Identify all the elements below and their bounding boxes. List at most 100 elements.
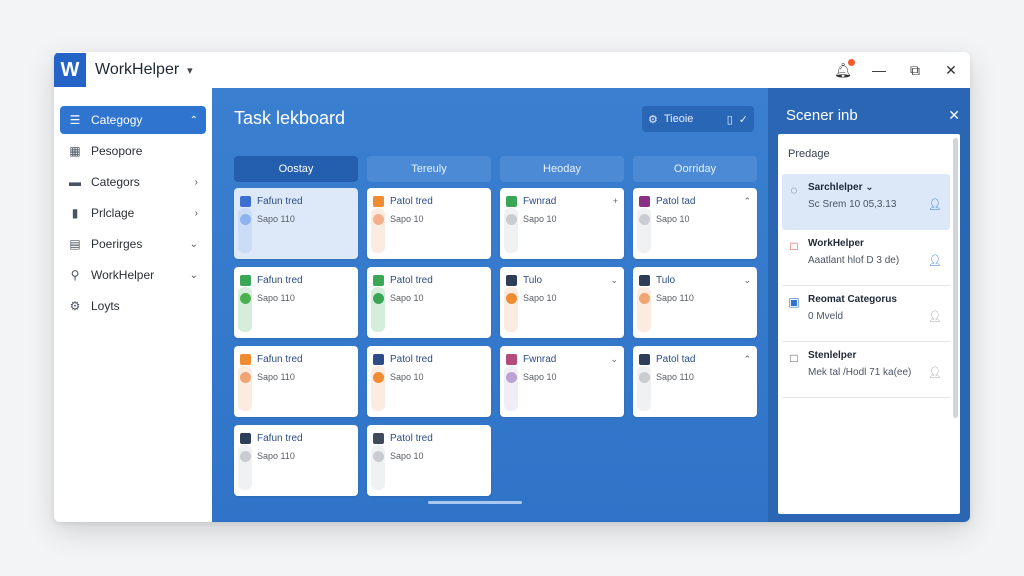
card-type-icon — [373, 195, 384, 207]
task-card[interactable]: Tulo ⌄ Sapo 110 — [633, 267, 757, 338]
card-action-icon[interactable]: ⌄ — [743, 275, 751, 286]
user-icon[interactable]: 👤︎ — [928, 366, 942, 379]
card-type-icon — [373, 353, 384, 365]
task-card[interactable]: Patol tred Sapo 10 — [367, 346, 491, 417]
card-type-icon — [639, 195, 650, 207]
title-bar: W WorkHelper ▾ 🔔︎ — ⧉ ✕ — [54, 52, 970, 88]
task-card[interactable]: Patol tad ⌃ Sapo 10 — [633, 188, 757, 259]
app-window: W WorkHelper ▾ 🔔︎ — ⧉ ✕ ☰ Categogy ⌃ ▦ Pesop… — [54, 52, 970, 522]
board-column: Heoday Fwnrad + Sapo 10 Tulo ⌄ Sapo 10 Fwnrad ⌄ S… — [500, 156, 624, 504]
check-icon[interactable]: ✓ — [739, 113, 748, 126]
side-panel: Scener inb ✕ Predage ◌ Sarchlelper ⌄ Sc Sr… — [768, 88, 970, 522]
sidebar-item[interactable]: ▤ Poerirges ⌄ — [60, 230, 206, 258]
card-date: Sapo 110 — [257, 372, 295, 382]
card-title: Fwnrad — [523, 195, 557, 207]
toolbar-label[interactable]: Tieoie — [664, 113, 721, 125]
card-date: Sapo 110 — [257, 293, 295, 303]
card-type-icon — [506, 353, 517, 365]
user-icon[interactable]: 👤︎ — [928, 310, 942, 323]
column-header[interactable]: Heoday — [500, 156, 624, 182]
sidebar-item-label: Loyts — [91, 299, 120, 313]
task-card[interactable]: Fafun tred Sapo 110 — [234, 346, 358, 417]
search-icon: ⚲ — [70, 268, 80, 282]
card-type-icon — [240, 195, 251, 207]
task-card[interactable]: Fwnrad ⌄ Sapo 10 — [500, 346, 624, 417]
card-action-icon[interactable]: + — [613, 196, 618, 206]
avatar — [639, 292, 650, 304]
chevron-icon[interactable]: ⌃ — [190, 115, 198, 126]
close-icon[interactable]: ✕ — [942, 62, 960, 79]
card-action-icon[interactable]: ⌃ — [743, 354, 751, 365]
panel-list-item[interactable]: ◌ Sarchlelper ⌄ Sc Srem 10 05,3.13 👤︎ — [782, 174, 950, 230]
sidebar-item[interactable]: ⚲ WorkHelper ⌄ — [60, 261, 206, 289]
avatar — [240, 292, 251, 304]
card-date: Sapo 10 — [390, 214, 424, 224]
card-date: Sapo 110 — [257, 214, 295, 224]
close-icon[interactable]: ✕ — [948, 107, 960, 124]
board-columns: Oostay Fafun tred Sapo 110 Fafun tred Sapo 1… — [234, 156, 757, 504]
card-title: Patol tred — [390, 195, 433, 207]
chevron-icon[interactable]: ⌄ — [190, 239, 198, 250]
avatar — [240, 371, 251, 383]
chevron-icon[interactable]: › — [195, 208, 198, 219]
column-header[interactable]: Tereuly — [367, 156, 491, 182]
chevron-down-icon[interactable]: ▾ — [187, 64, 193, 77]
vertical-scrollbar[interactable] — [953, 138, 958, 418]
grid-icon: ▦ — [69, 144, 81, 158]
avatar — [373, 371, 384, 383]
sidebar-item[interactable]: ▮ Prlclage › — [60, 199, 206, 227]
sidebar-item-label: Pesopore — [91, 144, 143, 158]
task-card[interactable]: Tulo ⌄ Sapo 10 — [500, 267, 624, 338]
task-card[interactable]: Fafun tred Sapo 110 — [234, 425, 358, 496]
task-card[interactable]: Fafun tred Sapo 110 — [234, 188, 358, 259]
panel-list-item[interactable]: ▣ Reomat Categorus 0 Mveld 👤︎ — [782, 286, 950, 342]
minimize-button[interactable]: — — [870, 62, 888, 78]
card-title: Tulo — [656, 274, 676, 286]
card-date: Sapo 10 — [523, 214, 557, 224]
panel-list-item[interactable]: □ WorkHelper Aaatlant hlof D 3 de) 👤︎ — [782, 230, 950, 286]
task-card[interactable]: Patol tad ⌃ Sapo 110 — [633, 346, 757, 417]
settings-icon[interactable]: ⚙ — [648, 113, 658, 126]
task-card[interactable]: Fwnrad + Sapo 10 — [500, 188, 624, 259]
card-date: Sapo 10 — [523, 293, 557, 303]
sidebar-item[interactable]: ▬ Categors › — [60, 168, 206, 196]
sidebar-item[interactable]: ☰ Categogy ⌃ — [60, 106, 206, 134]
column-header[interactable]: Oorriday — [633, 156, 757, 182]
column-header[interactable]: Oostay — [234, 156, 358, 182]
task-card[interactable]: Fafun tred Sapo 110 — [234, 267, 358, 338]
task-card[interactable]: Patol tred Sapo 10 — [367, 267, 491, 338]
restore-icon[interactable]: ⧉ — [906, 62, 924, 79]
card-action-icon[interactable]: ⌄ — [610, 354, 618, 365]
card-type-icon — [373, 274, 384, 286]
bell-icon[interactable]: 🔔︎ — [834, 57, 856, 79]
card-title: Fwnrad — [523, 353, 557, 365]
card-date: Sapo 110 — [656, 372, 694, 382]
sidebar-item[interactable]: ▦ Pesopore — [60, 137, 206, 165]
item-description: Mek tal /Hodl 71 ka(ee) — [808, 367, 912, 378]
app-logo: W — [54, 53, 86, 87]
user-icon[interactable]: 👤︎ — [928, 254, 942, 267]
avatar — [506, 213, 517, 225]
task-card[interactable]: Patol tred Sapo 10 — [367, 188, 491, 259]
avatar — [639, 213, 650, 225]
card-title: Patol tad — [656, 353, 696, 365]
card-type-icon — [639, 274, 650, 286]
panel-list-item[interactable]: □ Stenlelper Mek tal /Hodl 71 ka(ee) 👤︎ — [782, 342, 950, 398]
card-type-icon — [506, 274, 517, 286]
card-date: Sapo 10 — [390, 293, 424, 303]
card-action-icon[interactable]: ⌄ — [610, 275, 618, 286]
chevron-icon[interactable]: ⌄ — [190, 270, 198, 281]
card-type-icon — [240, 274, 251, 286]
clipboard-icon[interactable]: ▯ — [727, 113, 733, 126]
avatar — [240, 450, 251, 462]
panel-list: ◌ Sarchlelper ⌄ Sc Srem 10 05,3.13 👤︎ □ WorkH… — [778, 174, 960, 398]
chevron-icon[interactable]: › — [195, 177, 198, 188]
horizontal-scrollbar[interactable] — [428, 501, 522, 504]
user-icon[interactable]: 👤︎ — [928, 198, 942, 211]
sidebar: ☰ Categogy ⌃ ▦ Pesopore ▬ Categors › ▮ Prlclage › ▤… — [54, 88, 212, 522]
task-card[interactable]: Patol tred Sapo 10 — [367, 425, 491, 496]
card-action-icon[interactable]: ⌃ — [743, 196, 751, 207]
sidebar-item-label: Categors — [91, 175, 140, 189]
sidebar-item-label: Prlclage — [91, 206, 135, 220]
sidebar-item[interactable]: ⚙ Loyts — [60, 292, 206, 320]
